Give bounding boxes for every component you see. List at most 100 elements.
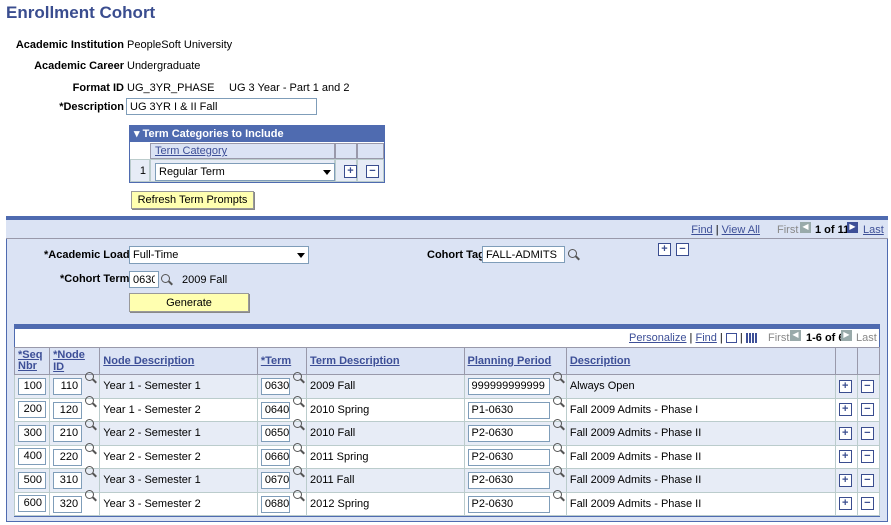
delete-row-button[interactable]: − (860, 450, 874, 464)
cohort-term-input[interactable] (129, 271, 159, 288)
format-label: Format ID (72, 82, 124, 94)
zoom-icon[interactable] (725, 333, 737, 344)
term-category-select[interactable]: Regular Term (155, 163, 335, 181)
col-term-description[interactable]: Term Description (305, 347, 465, 375)
seq-nbr-input[interactable]: 300 (18, 424, 46, 442)
node-id-input[interactable]: 120 (53, 401, 83, 419)
delete-row-button[interactable]: − (860, 426, 874, 440)
term-input[interactable]: 0670 (260, 472, 290, 490)
col-node-description[interactable]: Node Description (99, 347, 258, 375)
search-icon[interactable] (292, 395, 305, 408)
search-icon[interactable] (161, 274, 173, 286)
delete-row-button[interactable]: − (860, 379, 874, 393)
term-input[interactable]: 0640 (260, 401, 290, 419)
planning-period-input[interactable]: P2-0630 (467, 448, 550, 466)
cohort-tag-input[interactable] (482, 246, 565, 263)
add-row-button[interactable]: + (344, 165, 357, 178)
col-description[interactable]: Description (565, 347, 836, 375)
planning-period-input[interactable]: P1-0630 (467, 401, 550, 419)
refresh-term-prompts-button[interactable]: Refresh Term Prompts (131, 191, 254, 209)
row-count: 1 of 11 (815, 224, 850, 236)
search-icon[interactable] (85, 419, 97, 431)
search-icon[interactable] (568, 249, 580, 261)
delete-row-button[interactable]: − (860, 497, 874, 511)
add-row-button[interactable]: + (838, 379, 852, 393)
col-node-id[interactable]: *Node ID (49, 347, 101, 375)
search-icon[interactable] (292, 466, 305, 478)
grid-prev-icon[interactable]: ◀ (790, 330, 801, 341)
seq-nbr-input[interactable]: 200 (18, 401, 46, 419)
row-description: Fall 2009 Admits - Phase II (565, 491, 836, 516)
grid-find-link[interactable]: Find (695, 332, 716, 344)
planning-period-input[interactable]: 999999999999 (467, 378, 550, 396)
cohort-term-label: *Cohort Term (60, 273, 130, 285)
grid-next-icon[interactable]: ▶ (841, 330, 852, 341)
delete-row-button[interactable]: − (860, 473, 874, 487)
format-value: UG_3YR_PHASE (127, 82, 215, 94)
planning-period-input[interactable]: P2-0630 (467, 495, 550, 513)
cohort-term-desc: 2009 Fall (182, 274, 228, 286)
cohort-tag-label: Cohort Tag (427, 249, 485, 261)
search-icon[interactable] (552, 372, 565, 384)
col-planning-period[interactable]: Planning Period (463, 347, 567, 375)
search-icon[interactable] (552, 466, 565, 478)
node-id-input[interactable]: 210 (53, 425, 83, 443)
node-id-input[interactable]: 220 (53, 448, 83, 466)
term-category-col-header[interactable]: Term Category (150, 143, 335, 159)
node-id-input[interactable]: 310 (53, 472, 83, 490)
add-cohort-button[interactable]: + (658, 243, 671, 256)
seq-nbr-input[interactable]: 600 (18, 495, 46, 513)
search-icon[interactable] (552, 395, 565, 408)
add-row-button[interactable]: + (838, 497, 852, 511)
add-row-button[interactable]: + (838, 403, 852, 417)
delete-row-button[interactable]: − (366, 165, 379, 178)
academic-load-label: *Academic Load (44, 249, 130, 261)
personalize-link[interactable]: Personalize (629, 332, 686, 344)
node-id-input[interactable]: 320 (53, 495, 83, 513)
delete-row-button[interactable]: − (860, 403, 874, 417)
term-input[interactable]: 0680 (260, 495, 290, 513)
description-field[interactable] (126, 98, 317, 115)
search-icon[interactable] (292, 419, 305, 431)
table-row: 500 310 Year 3 - Semester 1 0670 2011 Fall P2… (13, 466, 881, 493)
planning-period-input[interactable]: P2-0630 (467, 472, 550, 490)
prev-arrow-icon[interactable]: ◀ (800, 222, 811, 233)
download-grid-icon[interactable] (745, 333, 757, 344)
term-input[interactable]: 0660 (260, 448, 290, 466)
next-arrow-icon[interactable]: ▶ (847, 222, 858, 233)
term-description: 2010 Fall (305, 421, 465, 446)
node-description: Year 1 - Semester 1 (99, 374, 258, 399)
add-row-button[interactable]: + (838, 450, 852, 464)
search-icon[interactable] (292, 489, 305, 502)
col-seq-nbr[interactable]: *Seq Nbr (13, 347, 51, 375)
delete-cohort-button[interactable]: − (676, 243, 689, 256)
search-icon[interactable] (552, 442, 565, 455)
view-all-link[interactable]: View All (722, 224, 760, 236)
academic-load-select[interactable]: Full-Time (129, 246, 309, 264)
col-term[interactable]: *Term (256, 347, 307, 375)
term-categories-header[interactable]: ▾ Term Categories to Include (130, 126, 384, 142)
search-icon[interactable] (85, 466, 97, 478)
find-link[interactable]: Find (691, 224, 712, 236)
search-icon[interactable] (292, 372, 305, 384)
search-icon[interactable] (552, 489, 565, 502)
node-description: Year 3 - Semester 1 (99, 468, 258, 493)
add-row-button[interactable]: + (838, 426, 852, 440)
seq-nbr-input[interactable]: 100 (18, 377, 46, 395)
term-input[interactable]: 0630 (260, 378, 290, 396)
seq-nbr-input[interactable]: 400 (18, 448, 46, 466)
last-link[interactable]: Last (863, 224, 884, 236)
table-row: 200 120 Year 1 - Semester 2 0640 2010 Spring… (13, 395, 881, 422)
search-icon[interactable] (85, 372, 97, 384)
search-icon[interactable] (85, 489, 97, 502)
generate-button[interactable]: Generate (129, 293, 249, 312)
search-icon[interactable] (552, 419, 565, 431)
search-icon[interactable] (292, 442, 305, 455)
planning-period-input[interactable]: P2-0630 (467, 425, 550, 443)
search-icon[interactable] (85, 395, 97, 408)
search-icon[interactable] (85, 442, 97, 455)
term-input[interactable]: 0650 (260, 425, 290, 443)
add-row-button[interactable]: + (838, 473, 852, 487)
seq-nbr-input[interactable]: 500 (18, 471, 46, 489)
node-id-input[interactable]: 110 (53, 378, 83, 396)
